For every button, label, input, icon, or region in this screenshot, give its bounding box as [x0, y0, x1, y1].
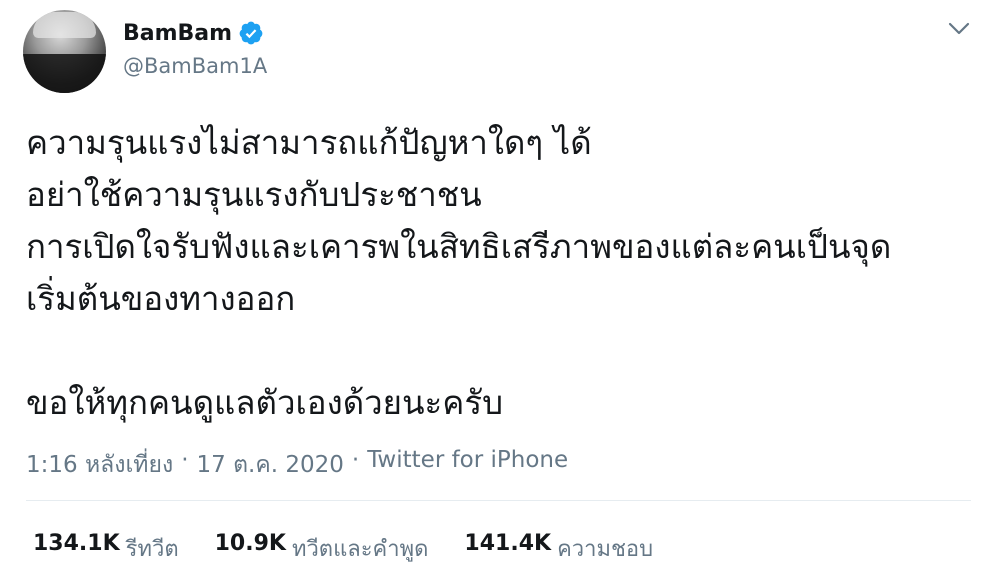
- avatar-veil-shape: [23, 54, 106, 93]
- avatar-hair-shape: [33, 12, 96, 38]
- quotes-label: ทวีตและคำพูด: [291, 537, 429, 562]
- retweets-count: 134.1K: [33, 531, 120, 556]
- display-name-row[interactable]: BamBam: [123, 20, 264, 46]
- tweet-date[interactable]: 17 ต.ค. 2020: [197, 447, 344, 483]
- meta-separator: ·: [181, 447, 189, 473]
- retweets-stat[interactable]: 134.1K รีทวีต: [33, 531, 179, 566]
- tweet-line: ขอให้ทุกคนดูแลตัวเองด้วยนะครับ: [26, 383, 504, 422]
- tweet-line: เริ่มต้นของทางออก: [26, 279, 296, 318]
- quotes-stat[interactable]: 10.9K ทวีตและคำพูด: [215, 531, 429, 566]
- verified-badge-icon: [239, 21, 263, 45]
- avatar[interactable]: [23, 10, 106, 93]
- divider: [26, 500, 971, 501]
- likes-count: 141.4K: [464, 531, 552, 556]
- tweet-card: BamBam @BamBam1A ความรุนแรงไม่สามารถแก้ป…: [0, 0, 987, 581]
- display-name[interactable]: BamBam: [123, 21, 232, 46]
- tweet-line: อย่าใช้ความรุนแรงกับประชาชน: [26, 175, 482, 214]
- meta-separator: ·: [351, 447, 360, 473]
- tweet-meta: 1:16 หลังเที่ยง · 17 ต.ค. 2020 · Twitter…: [26, 447, 568, 483]
- tweet-stats: 134.1K รีทวีต 10.9K ทวีตและคำพูด 141.4K …: [33, 531, 653, 566]
- chevron-down-icon[interactable]: [947, 20, 971, 38]
- user-handle[interactable]: @BamBam1A: [123, 54, 267, 78]
- tweet-line: ความรุนแรงไม่สามารถแก้ปัญหาใดๆ ได้: [26, 123, 592, 162]
- likes-label: ความชอบ: [557, 537, 654, 562]
- tweet-text: ความรุนแรงไม่สามารถแก้ปัญหาใดๆ ได้ อย่าใ…: [26, 117, 976, 429]
- tweet-time[interactable]: 1:16 หลังเที่ยง: [26, 447, 173, 483]
- retweets-label: รีทวีต: [125, 537, 179, 562]
- tweet-source[interactable]: Twitter for iPhone: [367, 447, 568, 483]
- quotes-count: 10.9K: [214, 531, 286, 556]
- likes-stat[interactable]: 141.4K ความชอบ: [464, 531, 653, 566]
- tweet-line: การเปิดใจรับฟังและเคารพในสิทธิเสรีภาพของ…: [26, 227, 892, 266]
